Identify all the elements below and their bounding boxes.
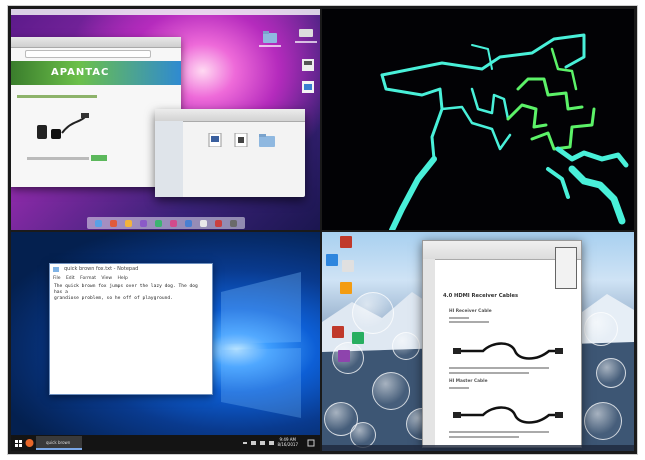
text-line: The quick brown fox jumps over the lazy … [54, 284, 198, 295]
pdf-text-line [449, 431, 549, 433]
pdf-sidebar[interactable] [423, 259, 435, 447]
disk-icon[interactable] [301, 59, 315, 71]
app-shortcut-icon[interactable] [340, 236, 352, 248]
windows10-quadrant: quick brown fox.txt - Notepad File Edit … [11, 232, 320, 451]
notepad-text-area[interactable]: The quick brown fox jumps over the lazy … [50, 282, 212, 304]
browser-titlebar[interactable] [11, 37, 181, 48]
add-to-cart-button[interactable] [91, 155, 107, 161]
win8-taskbar [322, 445, 634, 451]
dock-app-icon[interactable] [140, 219, 147, 227]
app-shortcut-icon[interactable] [352, 332, 364, 344]
receiver-cable-image [453, 342, 563, 360]
dock-app-icon[interactable] [185, 219, 192, 227]
site-logo[interactable]: APANTAC [51, 67, 109, 78]
finder-dock-icon[interactable] [95, 219, 102, 227]
page-thumbnail[interactable] [555, 247, 577, 289]
app-shortcut-icon[interactable] [338, 350, 350, 362]
menu-help[interactable]: Help [118, 276, 128, 281]
folder-icon[interactable] [263, 31, 277, 43]
bubble [372, 372, 410, 410]
address-bar[interactable] [25, 50, 151, 58]
pdf-section-title: HI Receiver Cable [449, 309, 492, 314]
app-shortcut-icon[interactable] [332, 326, 344, 338]
pipes-screensaver-quadrant [322, 9, 634, 230]
app-shortcut-icon[interactable] [342, 260, 354, 272]
windows8-quadrant: 4.0 HDMI Receiver Cables HI Receiver Cab… [322, 232, 634, 451]
dock-app-icon[interactable] [155, 219, 162, 227]
pdf-text-line [449, 317, 469, 319]
mac-desktop-quadrant: APANTAC [11, 9, 320, 230]
quad-split-monitor: APANTAC quick brown fox.txt - Notepad Fi… [8, 6, 637, 454]
folder-icon[interactable] [259, 133, 275, 147]
system-tray-icons[interactable] [243, 437, 279, 449]
pdf-text-line [449, 387, 469, 389]
bubble [584, 312, 618, 346]
folder-label [259, 45, 281, 47]
3d-pipes-graphic [380, 33, 629, 230]
usb-adapter-image [31, 111, 91, 145]
app-icon[interactable] [301, 81, 315, 93]
clock-date: 8/16/2017 [277, 442, 298, 447]
menu-format[interactable]: Format [80, 276, 96, 281]
file-icon[interactable] [207, 132, 223, 148]
notepad-icon [53, 267, 59, 272]
menu-view[interactable]: View [101, 276, 112, 281]
product-title [17, 95, 97, 98]
trash-icon[interactable] [230, 219, 237, 227]
mac-dock[interactable] [87, 217, 245, 229]
pdf-section-title: HI Master Cable [449, 379, 488, 384]
finder-window[interactable] [155, 109, 305, 197]
menu-file[interactable]: File [53, 276, 61, 281]
start-icon[interactable] [15, 437, 23, 449]
windows-taskbar: quick brown fox.txt... 9:49 AM 8/16/2017 [11, 435, 320, 451]
dock-app-icon[interactable] [170, 219, 177, 227]
pdf-reader-window[interactable]: 4.0 HDMI Receiver Cables HI Receiver Cab… [422, 240, 582, 448]
task-label: quick brown fox.txt... [46, 440, 71, 445]
menu-edit[interactable]: Edit [66, 276, 75, 281]
notification-icon[interactable] [307, 437, 315, 449]
bubble [596, 358, 626, 388]
pdf-text-line [449, 436, 519, 438]
dock-app-icon[interactable] [110, 219, 117, 227]
notepad-title: quick brown fox.txt - Notepad [64, 266, 139, 272]
notepad-window[interactable]: quick brown fox.txt - Notepad File Edit … [49, 263, 213, 395]
mac-menu-bar[interactable] [11, 9, 320, 15]
drive-icon[interactable] [299, 27, 313, 39]
dock-app-icon[interactable] [125, 219, 132, 227]
text-line: grandiose problem, so he off of playgrou… [54, 296, 173, 301]
finder-sidebar[interactable] [155, 121, 183, 197]
pdf-text-line [449, 367, 549, 369]
notepad-menu-bar: File Edit Format View Help [50, 275, 212, 282]
drive-label [295, 41, 317, 43]
bubble [392, 332, 420, 360]
file-icon[interactable] [233, 132, 249, 148]
app-shortcut-icon[interactable] [340, 282, 352, 294]
taskbar-notepad-task[interactable]: quick brown fox.txt... [36, 436, 82, 450]
notepad-titlebar[interactable]: quick brown fox.txt - Notepad [50, 264, 212, 275]
price-row [27, 157, 89, 160]
firefox-icon[interactable] [25, 437, 34, 449]
pdf-heading: 4.0 HDMI Receiver Cables [443, 293, 519, 299]
dock-app-icon[interactable] [200, 219, 207, 227]
bubble [584, 402, 622, 440]
taskbar-clock[interactable]: 9:49 AM 8/16/2017 [277, 437, 298, 447]
master-cable-image [453, 406, 563, 424]
app-shortcut-icon[interactable] [326, 254, 338, 266]
pdf-text-line [449, 321, 489, 323]
dock-app-icon[interactable] [215, 219, 222, 227]
bubble [352, 292, 394, 334]
pdf-text-line [449, 372, 529, 374]
